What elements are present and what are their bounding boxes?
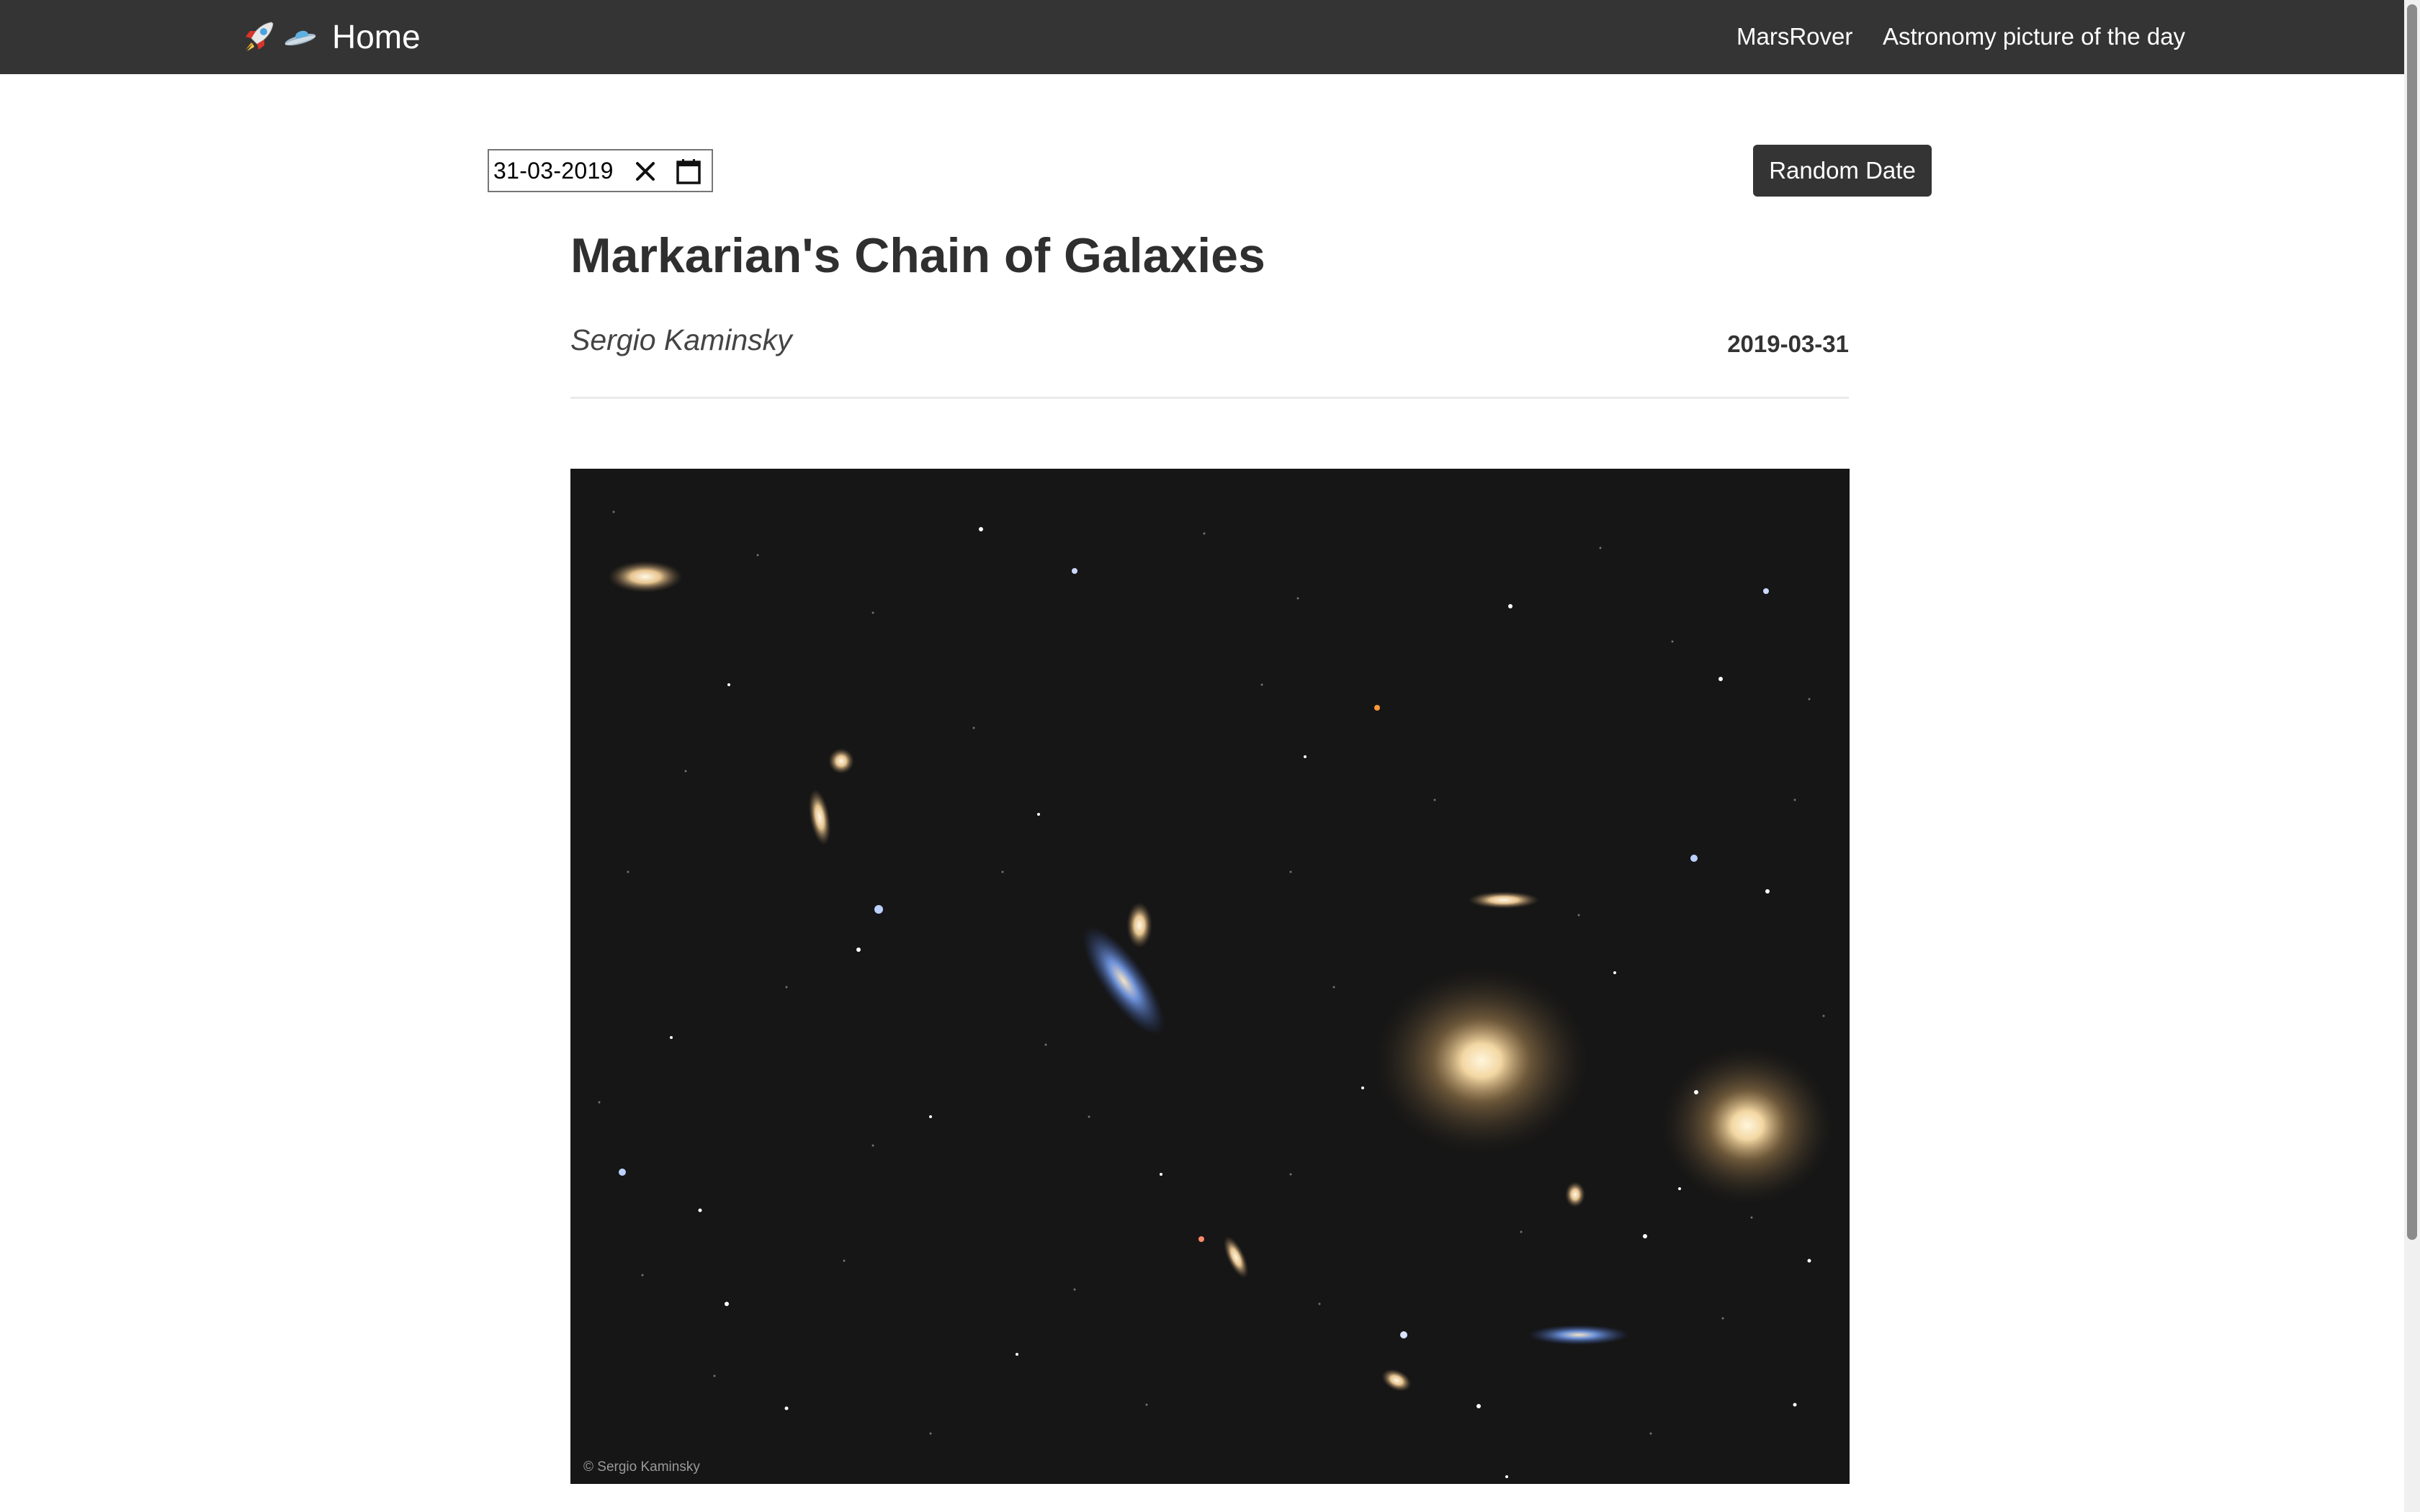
image-credit: © Sergio Kaminsky [583,1459,700,1475]
date-input[interactable]: 31-03-2019 [488,149,713,192]
clear-icon[interactable] [633,159,658,184]
date-value[interactable]: 31-03-2019 [493,158,614,184]
nav-link-marsrover[interactable]: MarsRover [1736,19,1852,54]
apod-image: © Sergio Kaminsky [570,469,1850,1484]
page-title: Markarian's Chain of Galaxies [570,228,1265,283]
flying-saucer-icon [282,18,319,55]
divider [570,397,1849,399]
home-link[interactable]: Home [240,14,421,59]
scrollbar-thumb[interactable] [2407,4,2417,1240]
rocket-icon [240,18,277,55]
brand-label[interactable]: Home [332,14,421,59]
navbar: Home MarsRover Astronomy picture of the … [0,0,2420,74]
random-date-button[interactable]: Random Date [1753,145,1932,197]
publish-date: 2019-03-31 [1727,330,1849,357]
nav-link-apod[interactable]: Astronomy picture of the day [1883,19,2185,54]
scrollbar[interactable] [2404,0,2420,1512]
author: Sergio Kaminsky [570,323,792,356]
calendar-icon[interactable] [675,158,702,185]
